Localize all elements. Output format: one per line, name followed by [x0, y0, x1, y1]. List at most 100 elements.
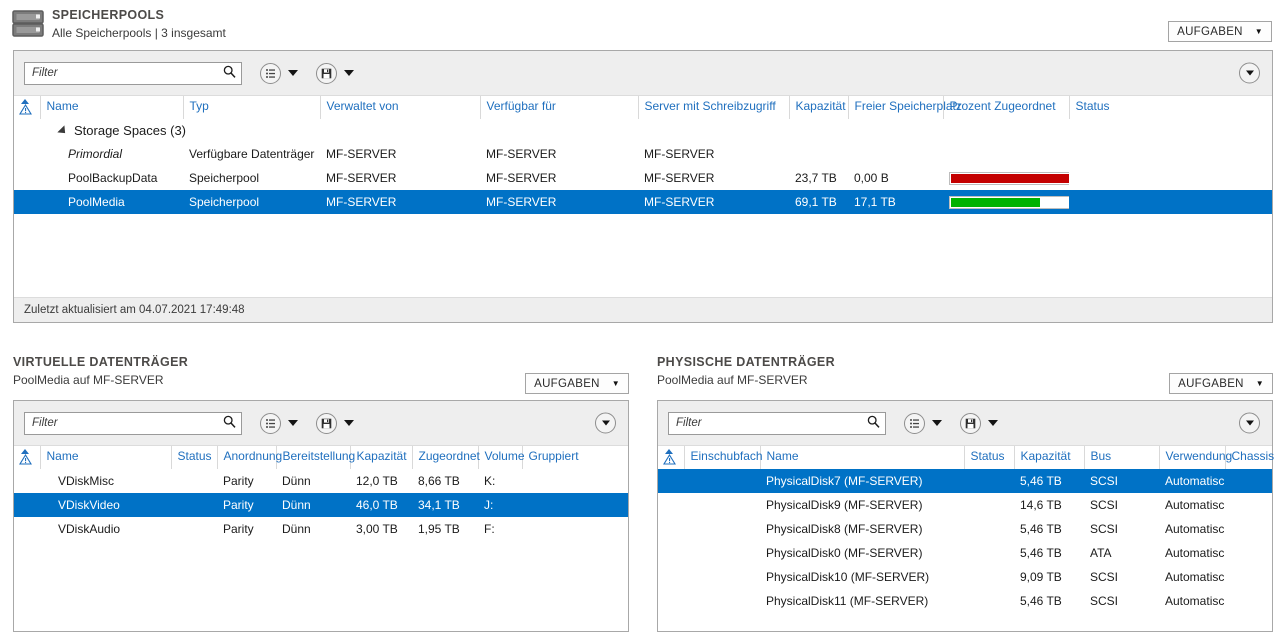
table-row[interactable]: VDiskVideo Parity Dünn 46,0 TB 34,1 TB J…: [14, 493, 628, 517]
vdisk-status: [171, 517, 217, 541]
vdisk-kapazitaet: 46,0 TB: [356, 498, 398, 512]
tasks-button-physical-disks[interactable]: AUFGABEN ▼: [1169, 373, 1273, 394]
virtual-disks-warning-column-header[interactable]: [14, 446, 41, 469]
vdisk-volume: F:: [484, 522, 495, 536]
group-expand-icon[interactable]: [57, 124, 69, 137]
table-row[interactable]: Primordial Verfügbare Datenträger MF-SER…: [14, 142, 1272, 166]
vdisk-col-kapazitaet[interactable]: Kapazität: [350, 446, 413, 469]
pools-expander-icon[interactable]: [1239, 62, 1260, 84]
pools-col-name[interactable]: Name: [40, 96, 184, 119]
pdisk-col-name[interactable]: Name: [760, 446, 965, 469]
pools-group-label: Storage Spaces (3): [74, 123, 187, 138]
save-view-icon[interactable]: [316, 412, 337, 434]
table-row[interactable]: PhysicalDisk11 (MF-SERVER) 5,46 TB SCSI …: [658, 589, 1272, 613]
vdisk-col-bereitstellung[interactable]: Bereitstellung: [276, 446, 355, 469]
virtual-disks-filter-input[interactable]: [32, 417, 223, 429]
pools-col-freier-speicherplatz[interactable]: Freier Speicherplatz: [848, 96, 962, 119]
vdisk-kapazitaet: 3,00 TB: [356, 522, 398, 536]
pdisk-bus: ATA: [1090, 546, 1112, 560]
save-view-caret-icon[interactable]: [344, 70, 354, 76]
page-title: SPEICHERPOOLS: [52, 8, 165, 22]
vdisk-col-volume[interactable]: Volume: [478, 446, 525, 469]
table-row[interactable]: PhysicalDisk8 (MF-SERVER) 5,46 TB SCSI A…: [658, 517, 1272, 541]
pools-col-status[interactable]: Status: [1069, 96, 1272, 119]
table-row[interactable]: PhysicalDisk7 (MF-SERVER) 5,46 TB SCSI A…: [658, 469, 1272, 493]
list-view-caret-icon[interactable]: [288, 70, 298, 76]
pdisk-col-verwendung[interactable]: Verwendung: [1159, 446, 1232, 469]
vdisk-col-anordnung[interactable]: Anordnung: [217, 446, 282, 469]
pools-col-verwaltet-von[interactable]: Verwaltet von: [320, 96, 481, 119]
tasks-button-pools[interactable]: AUFGABEN ▼: [1168, 21, 1272, 42]
virtual-disks-filter-box[interactable]: [24, 411, 242, 435]
pools-grid-body: Storage Spaces (3) Primordial Verfügbare…: [14, 119, 1272, 214]
physical-disks-tile: PHYSISCHE DATENTRÄGER PoolMedia auf MF-S…: [657, 355, 1274, 632]
allocation-bar: [949, 195, 1069, 209]
save-view-icon[interactable]: [960, 412, 981, 434]
list-view-icon[interactable]: [904, 412, 925, 434]
physical-disks-filter-input[interactable]: [676, 417, 867, 429]
physical-disks-filter-box[interactable]: [668, 411, 886, 435]
save-view-caret-icon[interactable]: [988, 420, 998, 426]
pdisk-verwendung: Automatisch: [1165, 570, 1225, 584]
tasks-button-label: AUFGABEN: [1177, 25, 1243, 38]
pdisk-col-kapazitaet[interactable]: Kapazität: [1014, 446, 1085, 469]
table-row[interactable]: VDiskAudio Parity Dünn 3,00 TB 1,95 TB F…: [14, 517, 628, 541]
pool-typ: Speicherpool: [189, 171, 260, 185]
pools-col-server-schreibzugriff[interactable]: Server mit Schreibzugriff: [638, 96, 790, 119]
search-icon[interactable]: [223, 65, 236, 81]
save-view-icon[interactable]: [316, 62, 337, 84]
pools-col-typ[interactable]: Typ: [183, 96, 321, 119]
vdisk-col-name[interactable]: Name: [40, 446, 172, 469]
table-row[interactable]: PoolMedia Speicherpool MF-SERVER MF-SERV…: [14, 190, 1272, 214]
pools-filter-input[interactable]: [32, 67, 223, 79]
caret-down-icon: ▼: [1255, 378, 1264, 388]
vdisk-zugeordnet: 8,66 TB: [418, 474, 460, 488]
pools-group-row[interactable]: Storage Spaces (3): [14, 119, 1272, 142]
warning-icon: [663, 454, 676, 465]
virtual-disks-header: VIRTUELLE DATENTRÄGER PoolMedia auf MF-S…: [13, 355, 629, 394]
vdisk-col-zugeordnet[interactable]: Zugeordnet: [412, 446, 480, 469]
pool-kapazitaet: [789, 142, 848, 166]
pools-filter-box[interactable]: [24, 61, 242, 85]
pdisk-col-chassis[interactable]: Chassis: [1225, 446, 1274, 469]
table-row[interactable]: PoolBackupData Speicherpool MF-SERVER MF…: [14, 166, 1272, 190]
pdisk-col-einschubfach[interactable]: Einschubfach: [684, 446, 763, 469]
pool-verwaltet-von: MF-SERVER: [326, 147, 397, 161]
tasks-button-label: AUFGABEN: [534, 377, 600, 390]
pdisk-name: PhysicalDisk10 (MF-SERVER): [766, 570, 930, 584]
vdisk-col-status[interactable]: Status: [171, 446, 218, 469]
table-row[interactable]: PhysicalDisk9 (MF-SERVER) 14,6 TB SCSI A…: [658, 493, 1272, 517]
pdisk-col-bus[interactable]: Bus: [1084, 446, 1160, 469]
vdisk-col-gruppiert[interactable]: Gruppiert: [522, 446, 628, 469]
list-view-caret-icon[interactable]: [932, 420, 942, 426]
pdisk-einschubfach: [684, 541, 760, 565]
search-icon[interactable]: [223, 415, 236, 431]
list-view-icon[interactable]: [260, 62, 281, 84]
tasks-button-virtual-disks[interactable]: AUFGABEN ▼: [525, 373, 629, 394]
table-row[interactable]: PhysicalDisk0 (MF-SERVER) 5,46 TB ATA Au…: [658, 541, 1272, 565]
table-row[interactable]: PhysicalDisk10 (MF-SERVER) 9,09 TB SCSI …: [658, 565, 1272, 589]
storage-pools-panel: Name Typ Verwaltet von Verfügbar für Ser…: [13, 50, 1273, 323]
physical-disks-toolbar: [658, 401, 1272, 446]
pools-warning-column-header[interactable]: [14, 96, 41, 119]
pdisk-bus: SCSI: [1090, 498, 1119, 512]
table-row[interactable]: VDiskMisc Parity Dünn 12,0 TB 8,66 TB K:: [14, 469, 628, 493]
pools-col-prozent-zugeordnet[interactable]: Prozent Zugeordnet: [943, 96, 1070, 119]
physical-disks-expander-icon[interactable]: [1239, 412, 1260, 434]
pool-prozent-zugeordnet: [943, 166, 1069, 190]
pools-col-kapazitaet[interactable]: Kapazität: [789, 96, 849, 119]
physical-disks-warning-column-header[interactable]: [658, 446, 685, 469]
list-view-icon[interactable]: [260, 412, 281, 434]
pools-header-row: Name Typ Verwaltet von Verfügbar für Ser…: [14, 96, 1272, 119]
pdisk-verwendung: Automatisch: [1165, 522, 1225, 536]
pdisk-kapazitaet: 9,09 TB: [1020, 570, 1062, 584]
virtual-disks-expander-icon[interactable]: [595, 412, 616, 434]
pools-col-verfuegbar-fuer[interactable]: Verfügbar für: [480, 96, 639, 119]
search-icon[interactable]: [867, 415, 880, 431]
list-view-caret-icon[interactable]: [288, 420, 298, 426]
pdisk-col-status[interactable]: Status: [964, 446, 1015, 469]
pdisk-chassis: [1225, 469, 1272, 493]
save-view-caret-icon[interactable]: [344, 420, 354, 426]
physical-disks-panel: Einschubfach Name Status Kapazität Bus V…: [657, 400, 1274, 632]
vdisk-volume: K:: [484, 474, 496, 488]
